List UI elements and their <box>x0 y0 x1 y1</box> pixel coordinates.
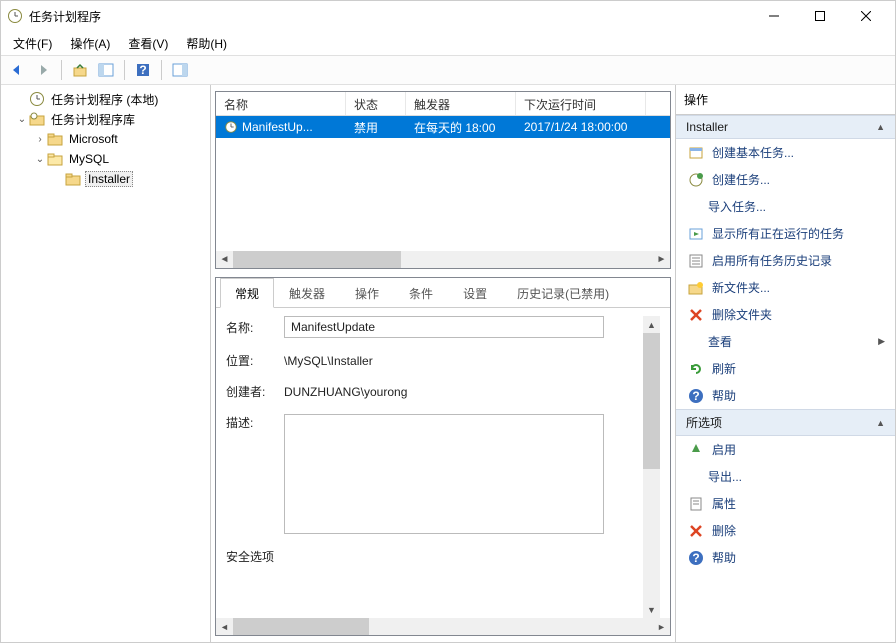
field-author: DUNZHUANG\yourong <box>284 385 643 399</box>
action-delete[interactable]: 删除 <box>676 517 895 544</box>
actions-header: 操作 <box>676 85 895 115</box>
col-name[interactable]: 名称 <box>216 92 346 115</box>
action-export[interactable]: 导出... <box>676 463 895 490</box>
action-delete-folder[interactable]: 删除文件夹 <box>676 301 895 328</box>
task-row[interactable]: ManifestUp... 禁用 在每天的 18:00 2017/1/24 18… <box>216 116 670 138</box>
menu-bar: 文件(F) 操作(A) 查看(V) 帮助(H) <box>1 31 895 55</box>
action-help-2[interactable]: ? 帮助 <box>676 544 895 571</box>
label-author: 创建者: <box>226 383 284 400</box>
library-icon <box>29 111 45 127</box>
clock-icon <box>224 120 238 134</box>
show-hide-tree-button[interactable] <box>94 58 118 82</box>
action-view[interactable]: 查看 ▶ <box>676 328 895 355</box>
tab-general[interactable]: 常规 <box>220 278 274 308</box>
svg-text:?: ? <box>692 551 699 565</box>
actions-section-selected[interactable]: 所选项▲ <box>676 409 895 436</box>
delete-icon <box>688 523 704 539</box>
forward-button[interactable] <box>31 58 55 82</box>
tree-pane[interactable]: 任务计划程序 (本地) ⌄ 任务计划程序库 › Microsoft ⌄ MySQ… <box>1 85 211 642</box>
tab-history[interactable]: 历史记录(已禁用) <box>502 278 624 308</box>
menu-file[interactable]: 文件(F) <box>5 33 60 54</box>
toolbar: ? <box>1 55 895 85</box>
action-enable-history[interactable]: 启用所有任务历史记录 <box>676 247 895 274</box>
window-title: 任务计划程序 <box>29 8 751 25</box>
detail-tabs: 常规 触发器 操作 条件 设置 历史记录(已禁用) <box>216 278 670 308</box>
action-create-task[interactable]: 创建任务... <box>676 166 895 193</box>
list-hscroll[interactable]: ◄ ► <box>216 251 670 268</box>
cell-status: 禁用 <box>346 117 406 138</box>
folder-icon <box>47 131 63 147</box>
cell-name: ManifestUp... <box>242 120 313 134</box>
new-folder-icon <box>688 280 704 296</box>
clock-icon <box>29 91 45 107</box>
minimize-button[interactable] <box>751 1 797 31</box>
history-icon <box>688 253 704 269</box>
actions-pane: 操作 Installer▲ 创建基本任务... 创建任务... 导入任务... … <box>675 85 895 642</box>
svg-text:?: ? <box>692 389 699 403</box>
task-detail: 常规 触发器 操作 条件 设置 历史记录(已禁用) 名称: 位置: \MySQL… <box>215 277 671 636</box>
svg-text:?: ? <box>139 63 146 77</box>
detail-vscroll[interactable]: ▲ ▼ <box>643 316 660 618</box>
list-header-row: 名称 状态 触发器 下次运行时间 <box>216 92 670 116</box>
folder-open-icon <box>47 151 63 167</box>
field-desc[interactable] <box>284 414 604 534</box>
menu-action[interactable]: 操作(A) <box>62 33 118 54</box>
tab-conditions[interactable]: 条件 <box>394 278 448 308</box>
tab-settings[interactable]: 设置 <box>448 278 502 308</box>
properties-icon <box>688 496 704 512</box>
delete-icon <box>688 307 704 323</box>
label-location: 位置: <box>226 352 284 369</box>
security-options-label: 安全选项 <box>226 548 643 565</box>
action-import-task[interactable]: 导入任务... <box>676 193 895 220</box>
folder-icon <box>65 171 81 187</box>
col-trigger[interactable]: 触发器 <box>406 92 516 115</box>
title-bar: 任务计划程序 <box>1 1 895 31</box>
menu-view[interactable]: 查看(V) <box>120 33 176 54</box>
actions-section-installer[interactable]: Installer▲ <box>676 115 895 139</box>
wizard-icon <box>688 145 704 161</box>
menu-help[interactable]: 帮助(H) <box>178 33 235 54</box>
detail-hscroll[interactable]: ◄ ► <box>216 618 670 635</box>
action-create-basic-task[interactable]: 创建基本任务... <box>676 139 895 166</box>
col-status[interactable]: 状态 <box>346 92 406 115</box>
cell-trigger: 在每天的 18:00 <box>406 117 516 138</box>
running-icon <box>688 226 704 242</box>
label-name: 名称: <box>226 319 284 336</box>
field-name[interactable] <box>284 316 604 338</box>
enable-icon <box>688 442 704 458</box>
tree-installer[interactable]: Installer <box>3 169 208 189</box>
close-button[interactable] <box>843 1 889 31</box>
col-next[interactable]: 下次运行时间 <box>516 92 646 115</box>
field-location: \MySQL\Installer <box>284 354 643 368</box>
action-enable[interactable]: 启用 <box>676 436 895 463</box>
tree-library[interactable]: ⌄ 任务计划程序库 <box>3 109 208 129</box>
task-list: 名称 状态 触发器 下次运行时间 ManifestUp... 禁用 在每天的 1… <box>215 91 671 269</box>
app-icon <box>7 8 23 24</box>
maximize-button[interactable] <box>797 1 843 31</box>
action-properties[interactable]: 属性 <box>676 490 895 517</box>
up-button[interactable] <box>68 58 92 82</box>
tree-root[interactable]: 任务计划程序 (本地) <box>3 89 208 109</box>
cell-next: 2017/1/24 18:00:00 <box>516 118 646 136</box>
label-desc: 描述: <box>226 414 284 431</box>
tree-microsoft[interactable]: › Microsoft <box>3 129 208 149</box>
refresh-icon <box>688 361 704 377</box>
show-action-pane-button[interactable] <box>168 58 192 82</box>
action-help[interactable]: ? 帮助 <box>676 382 895 409</box>
back-button[interactable] <box>5 58 29 82</box>
tab-actions[interactable]: 操作 <box>340 278 394 308</box>
action-refresh[interactable]: 刷新 <box>676 355 895 382</box>
tab-triggers[interactable]: 触发器 <box>274 278 340 308</box>
tree-mysql[interactable]: ⌄ MySQL <box>3 149 208 169</box>
content: 任务计划程序 (本地) ⌄ 任务计划程序库 › Microsoft ⌄ MySQ… <box>1 85 895 642</box>
task-icon <box>688 172 704 188</box>
middle-pane: 名称 状态 触发器 下次运行时间 ManifestUp... 禁用 在每天的 1… <box>211 85 675 642</box>
help-icon: ? <box>688 550 704 566</box>
action-new-folder[interactable]: 新文件夹... <box>676 274 895 301</box>
help-button[interactable]: ? <box>131 58 155 82</box>
action-show-running[interactable]: 显示所有正在运行的任务 <box>676 220 895 247</box>
help-icon: ? <box>688 388 704 404</box>
